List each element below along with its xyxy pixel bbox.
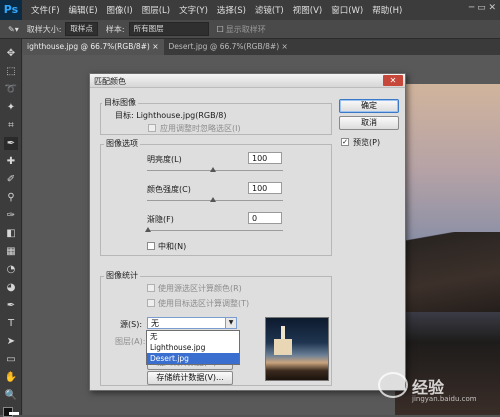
target-label: 目标: Lighthouse.jpg(RGB/8) [115, 111, 227, 120]
fade-input[interactable]: 0 [248, 212, 282, 224]
cancel-button[interactable]: 取消 [339, 116, 399, 130]
hand-tool-icon[interactable]: ✋ [4, 371, 18, 384]
source-dropdown-list: 无 Lighthouse.jpg Desert.jpg [146, 330, 240, 365]
dropdown-option-lighthouse[interactable]: Lighthouse.jpg [147, 342, 239, 353]
use-target-selection-label: 使用目标选区计算调整(T) [158, 299, 250, 308]
sample-size-label: 取样大小: [26, 24, 62, 34]
document-image-rocks [395, 232, 500, 312]
menu-window[interactable]: 窗口(W) [331, 4, 363, 16]
neutralize-checkbox[interactable] [147, 242, 155, 250]
document-tabs: ighthouse.jpg @ 66.7%(RGB/8#) × Desert.j… [22, 39, 500, 55]
photoshop-logo: Ps [0, 0, 22, 20]
dropdown-option-none[interactable]: 无 [147, 331, 239, 342]
menu-layer[interactable]: 图层(L) [142, 4, 170, 16]
fade-slider-thumb[interactable] [145, 227, 151, 232]
save-statistics-button[interactable]: 存储统计数据(V)... [147, 371, 233, 385]
watermark-subtext: jingyan.baidu.com [412, 395, 477, 403]
menu-help[interactable]: 帮助(H) [372, 4, 402, 16]
sample-label: 样本: [105, 24, 125, 34]
dodge-tool-icon[interactable]: ◕ [4, 281, 18, 294]
show-ring-label: 显示取样环 [225, 24, 266, 34]
luminance-slider-thumb[interactable] [210, 167, 216, 172]
dropdown-option-desert[interactable]: Desert.jpg [147, 353, 239, 364]
match-color-dialog: 匹配颜色 ✕ 目标图像 目标: Lighthouse.jpg(RGB/8) 应用… [89, 73, 406, 391]
close-icon[interactable]: ✕ [383, 75, 403, 86]
shape-tool-icon[interactable]: ▭ [4, 353, 18, 366]
options-bar: ✎▾ 取样大小: 取样点 样本: 所有图层 ☐ 显示取样环 [0, 20, 500, 39]
tools-panel: ✥ ⬚ ➰ ✦ ⌗ ✒ ✚ ✐ ⚲ ✑ ◧ ▦ ◔ ◕ ✒ T ➤ ▭ ✋ 🔍 [0, 39, 22, 417]
sample-size-select[interactable]: 取样点 [65, 22, 98, 36]
thumbnail-lighthouse-tower [281, 326, 285, 340]
eyedropper-tool-icon[interactable]: ✒ [4, 137, 18, 150]
use-source-selection-checkbox[interactable] [147, 284, 155, 292]
fade-slider-track[interactable] [147, 230, 283, 231]
blur-tool-icon[interactable]: ◔ [4, 263, 18, 276]
baidu-jingyan-watermark: 经验 jingyan.baidu.com [378, 372, 498, 410]
menu-bar: Ps 文件(F) 编辑(E) 图像(I) 图层(L) 文字(Y) 选择(S) 滤… [0, 0, 500, 20]
marquee-tool-icon[interactable]: ⬚ [4, 65, 18, 78]
show-ring-checkbox[interactable]: ☐ [217, 25, 224, 34]
stamp-tool-icon[interactable]: ⚲ [4, 191, 18, 204]
history-brush-icon[interactable]: ✑ [4, 209, 18, 222]
intensity-label: 颜色强度(C) [147, 185, 191, 194]
preview-label: 预览(P) [353, 138, 381, 147]
tab-lighthouse[interactable]: ighthouse.jpg @ 66.7%(RGB/8#) × [22, 39, 164, 55]
image-statistics-title: 图像统计 [104, 270, 140, 281]
menu-file[interactable]: 文件(F) [31, 4, 60, 16]
intensity-slider-thumb[interactable] [210, 197, 216, 202]
neutralize-label: 中和(N) [158, 242, 187, 251]
menu-edit[interactable]: 编辑(E) [69, 4, 98, 16]
menu-filter[interactable]: 滤镜(T) [255, 4, 284, 16]
image-options-title: 图像选项 [104, 138, 140, 149]
gradient-tool-icon[interactable]: ▦ [4, 245, 18, 258]
ignore-selection-label: 应用调整时忽略选区(I) [160, 124, 241, 133]
sample-select[interactable]: 所有图层 [128, 22, 209, 36]
ignore-selection-checkbox[interactable] [148, 124, 156, 132]
luminance-input[interactable]: 100 [248, 152, 282, 164]
window-controls-icon[interactable]: ─ ▭ ✕ [469, 3, 496, 13]
move-tool-icon[interactable]: ✥ [4, 47, 18, 60]
intensity-input[interactable]: 100 [248, 182, 282, 194]
dialog-title: 匹配颜色 [94, 77, 126, 86]
thumbnail-lighthouse-house [274, 339, 292, 355]
lasso-tool-icon[interactable]: ➰ [4, 83, 18, 96]
brush-tool-icon[interactable]: ✐ [4, 173, 18, 186]
source-select[interactable]: 无 [147, 317, 237, 329]
quick-select-icon[interactable]: ✦ [4, 101, 18, 114]
ok-button[interactable]: 确定 [339, 99, 399, 113]
healing-tool-icon[interactable]: ✚ [4, 155, 18, 168]
menu-type[interactable]: 文字(Y) [179, 4, 208, 16]
path-select-icon[interactable]: ➤ [4, 335, 18, 348]
source-label: 源(S): [120, 320, 143, 329]
layer-label: 图层(A): [115, 337, 146, 346]
zoom-tool-icon[interactable]: 🔍 [4, 389, 18, 402]
preview-checkbox[interactable]: ✓ [341, 138, 349, 146]
eyedropper-icon[interactable]: ✎▾ [8, 25, 19, 34]
chevron-down-icon[interactable]: ▼ [225, 318, 236, 328]
eraser-tool-icon[interactable]: ◧ [4, 227, 18, 240]
dialog-titlebar[interactable]: 匹配颜色 ✕ [90, 74, 405, 88]
target-group-title: 目标图像 [102, 97, 138, 108]
type-tool-icon[interactable]: T [4, 317, 18, 330]
crop-tool-icon[interactable]: ⌗ [4, 119, 18, 132]
menu-select[interactable]: 选择(S) [217, 4, 246, 16]
fade-label: 渐隐(F) [147, 215, 174, 224]
menu-image[interactable]: 图像(I) [107, 4, 133, 16]
use-source-selection-label: 使用源选区计算颜色(R) [158, 284, 242, 293]
paw-logo-icon [378, 372, 408, 398]
use-target-selection-checkbox[interactable] [147, 299, 155, 307]
pen-tool-icon[interactable]: ✒ [4, 299, 18, 312]
luminance-label: 明亮度(L) [147, 155, 182, 164]
tab-desert[interactable]: Desert.jpg @ 66.7%(RGB/8#) × [164, 39, 293, 55]
menu-view[interactable]: 视图(V) [293, 4, 322, 16]
